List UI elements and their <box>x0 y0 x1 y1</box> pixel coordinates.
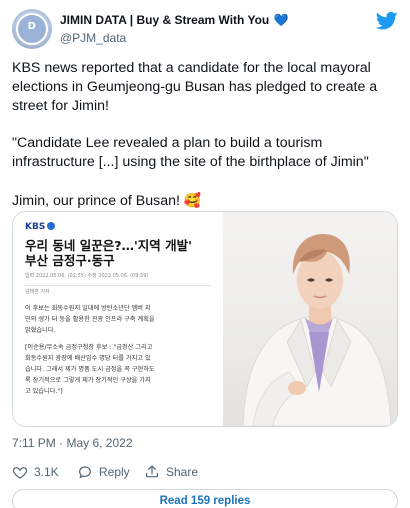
speech-bubble-icon <box>79 466 91 479</box>
kbs-logo-dot <box>47 222 56 230</box>
blue-heart-icon: 💙 <box>273 13 289 27</box>
heart-icon <box>12 467 28 479</box>
share-label: Share <box>166 465 199 479</box>
article-quote-line-2: 회동수원지 광장에 배산임수 명당 터를 가지고 있 <box>25 355 151 362</box>
avatar-text: D <box>27 21 37 32</box>
like-count: 3.1K <box>34 465 59 479</box>
twitter-bird-icon[interactable] <box>376 11 398 31</box>
article-divider <box>25 285 211 286</box>
tweet-media[interactable]: KBS 우리 동네 일꾼은?…'지역 개발' 부산 금정구·동구 입력 2022… <box>12 211 398 427</box>
like-button[interactable]: 3.1K <box>12 463 59 481</box>
article-meta: 입력 2022.05.06. (02:55) 수정 2022.05.06. (0… <box>25 273 149 279</box>
read-replies-button[interactable]: Read 159 replies <box>12 489 398 508</box>
article-reporter: 김태훈 기자 <box>25 289 50 295</box>
share-button[interactable]: Share <box>144 463 198 481</box>
article-quote-line-4: 록 장기적으로 그렇게 제가 장기적인 구상을 가지 <box>25 377 151 384</box>
article-quote-line-5: 고 있습니다."] <box>25 388 63 395</box>
kbs-logo: KBS <box>25 222 211 232</box>
article-body-line-2: 민의 생가 터 등을 활용한 관광 인프라 구축 계획을 <box>25 316 155 323</box>
tweet-actions: 3.1K Reply Share <box>12 463 398 481</box>
article-quote-line-1: [이순용/무소속 금정구청장 후보 : "금정산 그리고 <box>25 344 153 351</box>
tweet-paragraph-2: "Candidate Lee revealed a plan to build … <box>12 135 369 170</box>
tweet-paragraph-3: Jimin, our prince of Busan! 🥰 <box>12 191 400 211</box>
article-title-line-1: 우리 동네 일꾼은?…'지역 개발' <box>25 238 192 253</box>
tweet-body: KBS news reported that a candidate for t… <box>12 59 400 210</box>
tweet-card: D JIMIN DATA | Buy & Stream With You 💙 @… <box>0 0 410 508</box>
portrait-illustration <box>242 234 392 426</box>
kbs-logo-text: KBS <box>25 222 46 232</box>
reply-label: Reply <box>99 465 130 479</box>
news-article-screenshot: KBS 우리 동네 일꾼은?…'지역 개발' 부산 금정구·동구 입력 2022… <box>13 212 223 426</box>
reply-button[interactable]: Reply <box>77 463 130 481</box>
avatar[interactable]: D <box>12 9 52 49</box>
smiling-face-hearts-emoji: 🥰 <box>183 191 202 208</box>
article-title: 우리 동네 일꾼은?…'지역 개발' 부산 금정구·동구 <box>25 238 211 268</box>
user-handle[interactable]: @PJM_data <box>60 31 126 45</box>
article-title-line-2: 부산 금정구·동구 <box>25 253 115 268</box>
display-name[interactable]: JIMIN DATA | Buy & Stream With You 💙 <box>60 13 289 27</box>
article-quote-line-3: 습니다. 그래서 제가 명품 도시 금정을 꼭 구현하도 <box>25 366 155 373</box>
portrait-photo <box>223 212 397 426</box>
tweet-timestamp[interactable]: 7:11 PM · May 6, 2022 <box>12 436 133 450</box>
share-arrow-icon <box>146 465 158 478</box>
article-body-line-3: 밝혔습니다. <box>25 327 56 334</box>
display-name-text: JIMIN DATA | Buy & Stream With You <box>60 13 270 27</box>
tweet-paragraph-1: KBS news reported that a candidate for t… <box>12 60 382 114</box>
article-quote: [이순용/무소속 금정구청장 후보 : "금정산 그리고 회동수원지 광장에 배… <box>25 342 211 397</box>
tweet-header: D JIMIN DATA | Buy & Stream With You 💙 @… <box>12 9 398 49</box>
article-body-line-1: 이 후보는 회동수원지 일대에 방탄소년단 멤버 지 <box>25 305 151 312</box>
tweet-paragraph-3-text: Jimin, our prince of Busan! <box>12 192 184 209</box>
article-paragraph: 이 후보는 회동수원지 일대에 방탄소년단 멤버 지 민의 생가 터 등을 활용… <box>25 303 211 336</box>
